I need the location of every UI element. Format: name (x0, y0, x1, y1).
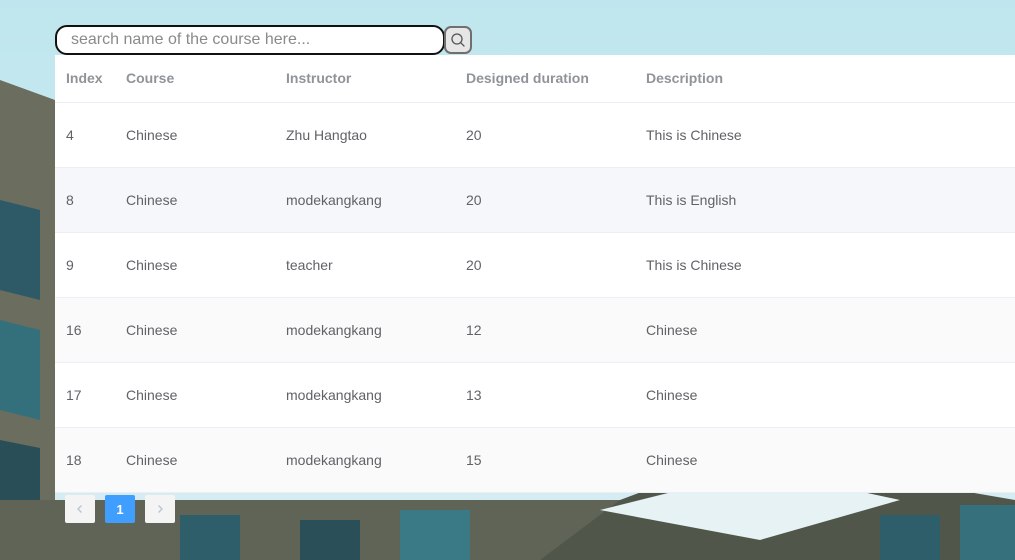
cell-instructor: teacher (275, 232, 455, 298)
cell-index: 17 (55, 362, 115, 428)
column-header-course[interactable]: Course (115, 55, 275, 103)
cell-index: 16 (55, 297, 115, 363)
prev-page-button[interactable] (65, 495, 95, 523)
column-header-duration[interactable]: Designed duration (455, 55, 635, 103)
cell-instructor: modekangkang (275, 427, 455, 493)
table-header-row: Index Course Instructor Designed duratio… (55, 55, 1015, 103)
table-row[interactable]: 9 Chinese teacher 20 This is Chinese (55, 232, 1015, 298)
next-page-button[interactable] (145, 495, 175, 523)
cell-index: 8 (55, 167, 115, 233)
cell-description: This is Chinese (635, 102, 1015, 168)
chevron-right-icon (158, 505, 163, 513)
cell-duration: 20 (455, 167, 635, 233)
column-header-instructor[interactable]: Instructor (275, 55, 455, 103)
search-bar (55, 25, 472, 55)
table-row[interactable]: 16 Chinese modekangkang 12 Chinese (55, 297, 1015, 363)
cell-duration: 12 (455, 297, 635, 363)
cell-description: Chinese (635, 427, 1015, 493)
cell-index: 9 (55, 232, 115, 298)
cell-duration: 13 (455, 362, 635, 428)
cell-course: Chinese (115, 232, 275, 298)
cell-description: Chinese (635, 297, 1015, 363)
table-row[interactable]: 8 Chinese modekangkang 20 This is Englis… (55, 167, 1015, 233)
course-table: Index Course Instructor Designed duratio… (55, 55, 1015, 493)
search-input[interactable] (55, 25, 445, 55)
page-number-button[interactable]: 1 (105, 495, 135, 523)
cell-instructor: Zhu Hangtao (275, 102, 455, 168)
cell-description: This is English (635, 167, 1015, 233)
pagination: 1 (65, 495, 175, 523)
cell-duration: 20 (455, 102, 635, 168)
chevron-left-icon (77, 505, 82, 513)
table-row[interactable]: 17 Chinese modekangkang 13 Chinese (55, 362, 1015, 428)
cell-index: 18 (55, 427, 115, 493)
cell-instructor: modekangkang (275, 297, 455, 363)
search-button[interactable] (444, 26, 472, 54)
cell-course: Chinese (115, 362, 275, 428)
search-icon (451, 33, 465, 47)
cell-description: This is Chinese (635, 232, 1015, 298)
column-header-index[interactable]: Index (55, 55, 115, 103)
table-row[interactable]: 18 Chinese modekangkang 15 Chinese (55, 427, 1015, 493)
cell-course: Chinese (115, 297, 275, 363)
cell-course: Chinese (115, 167, 275, 233)
cell-instructor: modekangkang (275, 167, 455, 233)
cell-description: Chinese (635, 362, 1015, 428)
cell-duration: 20 (455, 232, 635, 298)
column-header-description[interactable]: Description (635, 55, 1015, 103)
cell-course: Chinese (115, 427, 275, 493)
table-row[interactable]: 4 Chinese Zhu Hangtao 20 This is Chinese (55, 102, 1015, 168)
cell-course: Chinese (115, 102, 275, 168)
cell-instructor: modekangkang (275, 362, 455, 428)
cell-duration: 15 (455, 427, 635, 493)
cell-index: 4 (55, 102, 115, 168)
